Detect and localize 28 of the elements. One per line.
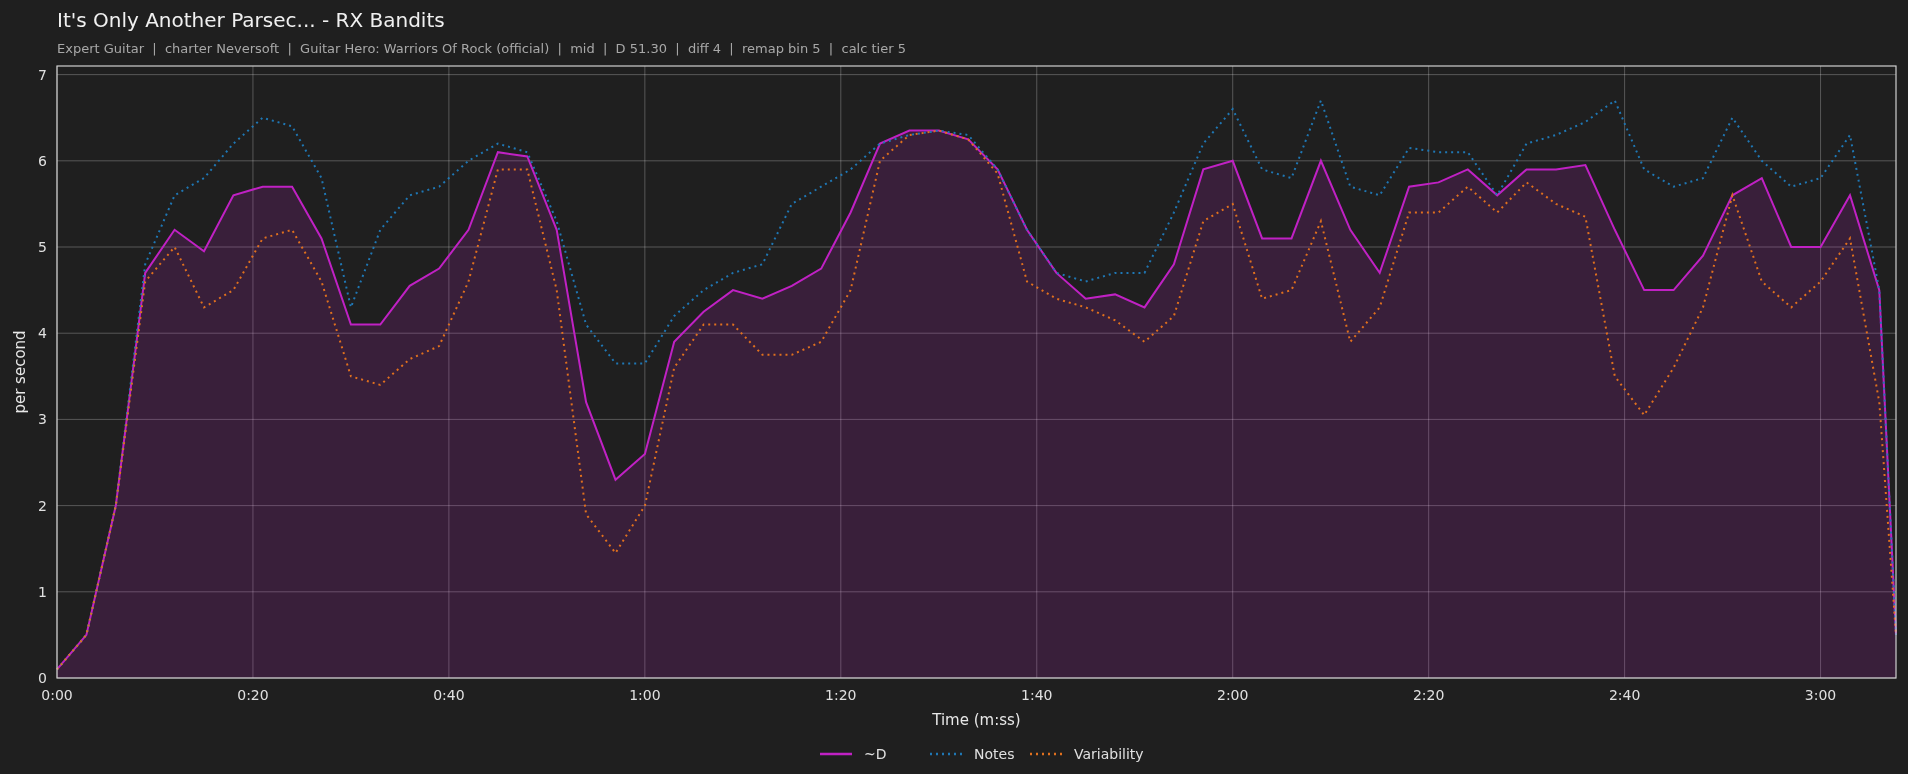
x-tick-label: 1:40 <box>1021 687 1053 703</box>
x-tick-label: 1:20 <box>825 687 857 703</box>
legend-item: Notes <box>930 746 1015 762</box>
x-axis-label: Time (m:ss) <box>932 711 1021 729</box>
x-tick-label: 3:00 <box>1804 687 1837 703</box>
legend-item: ~D <box>820 746 887 762</box>
y-tick-label: 5 <box>38 239 47 255</box>
x-tick-label: 0:20 <box>237 687 269 703</box>
x-tick-label: 0:00 <box>41 687 73 703</box>
chart-subtitle: Expert Guitar | charter Neversoft | Guitar Hero: Warriors Of Rock (official) | mid | D 51.30 | diff 4 | remap bin 5 | calc tier 5 <box>57 41 906 56</box>
y-tick-label: 0 <box>38 670 47 686</box>
chart-title: It's Only Another Parsec... - RX Bandits <box>57 8 445 32</box>
x-tick-label: 2:20 <box>1412 687 1445 703</box>
y-axis-label: per second <box>11 330 29 414</box>
legend-label: ~D <box>864 746 887 762</box>
x-tick-label: 1:00 <box>629 687 661 703</box>
y-tick-label: 4 <box>38 325 47 342</box>
x-tick-label: 2:40 <box>1608 687 1641 703</box>
legend-label: Variability <box>1074 746 1144 762</box>
y-tick-label: 7 <box>38 66 47 83</box>
y-tick-label: 6 <box>38 152 47 169</box>
legend-item: Variability <box>1030 746 1144 762</box>
y-tick-label: 1 <box>38 583 47 600</box>
legend-label: Notes <box>974 746 1015 762</box>
y-tick-label: 3 <box>38 411 47 428</box>
x-tick-label: 0:40 <box>433 687 465 703</box>
y-tick-label: 2 <box>38 497 47 514</box>
x-tick-label: 2:00 <box>1217 687 1249 703</box>
